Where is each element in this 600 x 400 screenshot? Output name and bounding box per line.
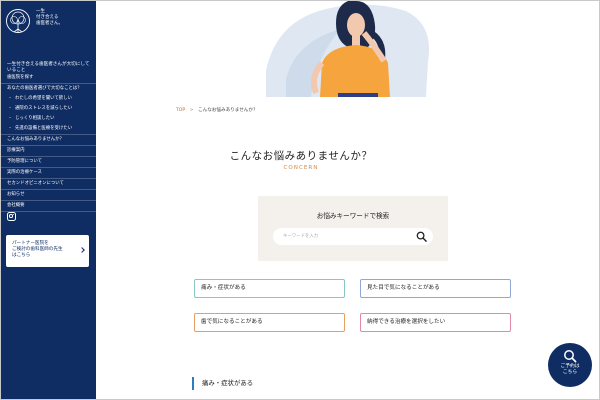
sidebar-subitem-consult[interactable]: じっくり相談したい <box>1 114 96 124</box>
breadcrumb-top-link[interactable]: TOP <box>176 108 185 113</box>
hero-illustration <box>266 1 429 97</box>
sidebar-item-treatment-guide[interactable]: 診療案内 <box>1 146 96 157</box>
search-icon <box>564 350 577 363</box>
sidebar-item-find-clinic[interactable]: 歯医院を探す <box>1 73 96 84</box>
main-content: TOP > こんなお悩みありませんか？ こんなお悩みありませんか？ CONCER… <box>96 1 599 399</box>
sidebar-item-choosing[interactable]: あなたの歯医者選びで大切なことは？ <box>1 84 96 94</box>
partner-line: はこちら <box>12 253 31 258</box>
sidebar-subitem-equipment[interactable]: 先進の設備と医療を受けたい <box>1 124 96 135</box>
sidebar-subitem-stress[interactable]: 通院のストレスを減らしたい <box>1 104 96 114</box>
search-heading: お悩みキーワードで検索 <box>316 212 390 220</box>
logo-line: 歯医者さん。 <box>36 21 63 26</box>
search-field <box>273 228 433 245</box>
category-pain-button[interactable]: 痛み・症状がある <box>194 279 345 298</box>
sidebar-item-second-opinion[interactable]: セカンドオピニオンについて <box>1 179 96 190</box>
breadcrumb: TOP > こんなお悩みありませんか？ <box>176 107 258 113</box>
reservation-line: こちら <box>562 370 578 375</box>
partner-clinic-button[interactable]: パートナー医院を ご検討の歯科医師の先生 はこちら <box>6 235 89 267</box>
category-appearance-button[interactable]: 見た目で気になることがある <box>360 279 511 298</box>
instagram-icon[interactable] <box>7 212 16 221</box>
sidebar: 一生 付き合える 歯医者さん。 一生付き合える歯医者さんが大切にしていること 歯… <box>1 1 96 399</box>
reservation-button[interactable]: ご予約は こちら <box>548 343 592 387</box>
section-heading-pain: 痛み・症状がある <box>192 377 253 390</box>
keyword-search-panel: お悩みキーワードで検索 <box>258 196 448 261</box>
sidebar-item-cases[interactable]: 実際の治療ケース <box>1 168 96 179</box>
partner-button-label: パートナー医院を ご検討の歯科医師の先生 はこちら <box>12 241 78 259</box>
sidebar-item-prevention[interactable]: 予防管理について <box>1 157 96 168</box>
sidebar-item-concern[interactable]: こんなお悩みありませんか？ <box>1 135 96 146</box>
breadcrumb-separator: > <box>189 108 194 113</box>
reservation-label: ご予約は こちら <box>548 364 592 376</box>
sidebar-item-news[interactable]: お知らせ <box>1 190 96 201</box>
page-subtitle: CONCERN <box>283 165 319 171</box>
breadcrumb-current: こんなお悩みありませんか？ <box>198 108 258 113</box>
chevron-right-icon <box>79 247 85 253</box>
browser-frame: 一生 付き合える 歯医者さん。 一生付き合える歯医者さんが大切にしていること 歯… <box>0 0 600 400</box>
category-teeth-button[interactable]: 歯で気になることがある <box>194 313 345 332</box>
tree-icon[interactable] <box>5 7 31 41</box>
sidebar-menu: 歯医院を探す あなたの歯医者選びで大切なことは？ わたしの希望を聞いて欲しい 通… <box>1 73 96 212</box>
sidebar-subitem-wishes[interactable]: わたしの希望を聞いて欲しい <box>1 94 96 104</box>
category-treatment-choice-button[interactable]: 納得できる治療を選択をしたい <box>360 313 511 332</box>
search-input[interactable] <box>283 230 403 243</box>
logo-wordmark[interactable]: 一生 付き合える 歯医者さん。 <box>36 9 63 27</box>
page-title: こんなお悩みありませんか？ <box>229 150 373 162</box>
sidebar-item-company[interactable]: 会社概要 <box>1 201 96 212</box>
search-icon[interactable] <box>416 231 427 242</box>
